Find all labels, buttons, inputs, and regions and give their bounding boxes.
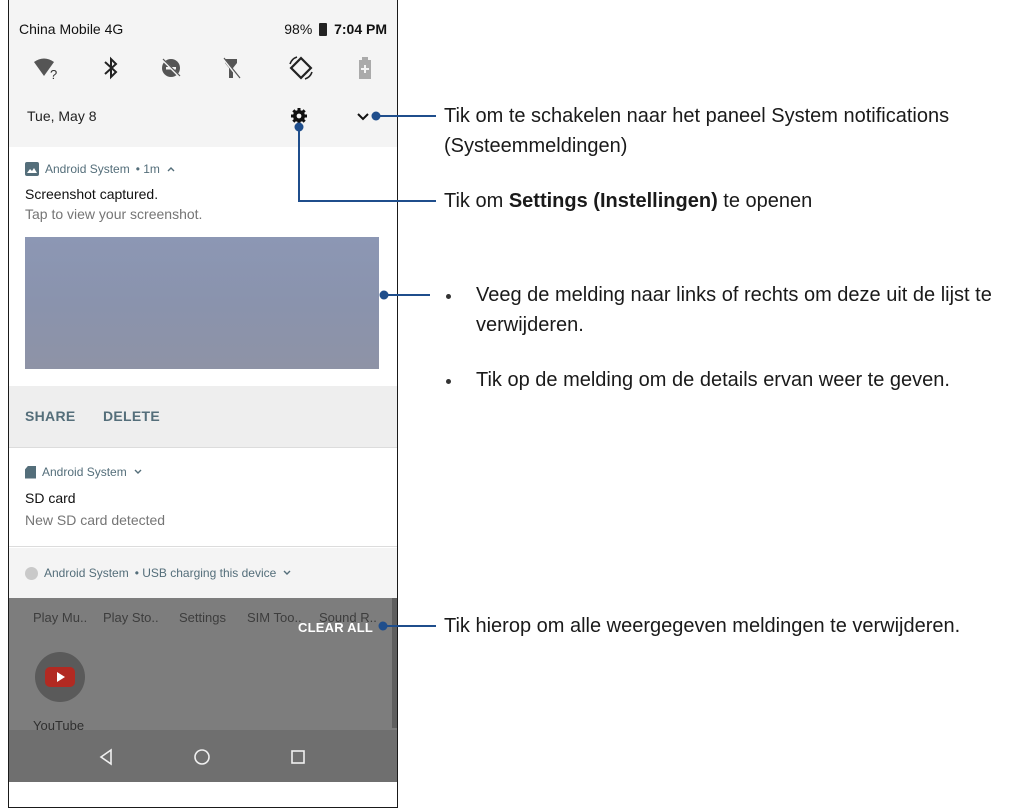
callout-swipe-line1: Veeg de melding naar links of rechts om … bbox=[476, 284, 992, 306]
callout-clear-all: Tik hierop om alle weergegeven meldingen… bbox=[444, 615, 961, 637]
callout-expand-line1: Tik om te schakelen naar het paneel Syst… bbox=[444, 105, 950, 127]
bullet-dot bbox=[446, 294, 451, 299]
callout-settings-pre: Tik om bbox=[444, 190, 509, 212]
callout-swipe-line2: verwijderen. bbox=[476, 314, 584, 336]
bullet-dot bbox=[446, 379, 451, 384]
callout-swipe: Veeg de melding naar links of rechts om … bbox=[476, 280, 992, 340]
callout-settings: Tik om Settings (Instellingen) te openen bbox=[444, 186, 812, 216]
callout-expand: Tik om te schakelen naar het paneel Syst… bbox=[444, 101, 949, 161]
callout-tap-detail: Tik op de melding om de details ervan we… bbox=[476, 369, 950, 391]
callout-settings-bold: Settings (Instellingen) bbox=[508, 190, 718, 212]
callout-expand-line2: (Systeemmeldingen) bbox=[444, 135, 628, 157]
callout-settings-post: te openen bbox=[717, 190, 813, 212]
